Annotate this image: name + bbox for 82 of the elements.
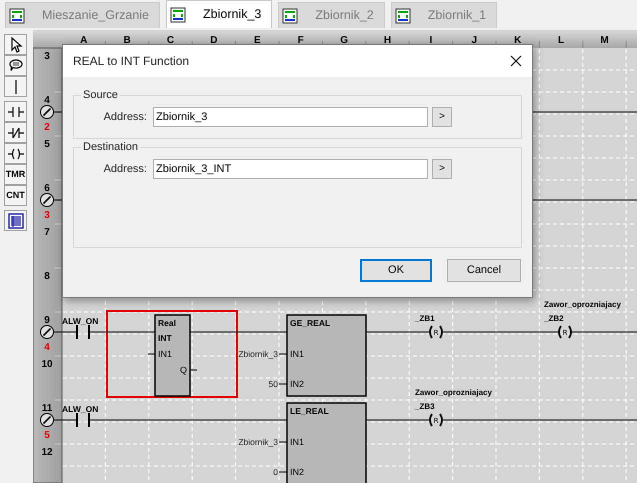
pin-label: IN2 [290, 467, 304, 477]
column-letter: F [298, 35, 304, 46]
column-letter: I [430, 35, 432, 46]
tool-button[interactable] [4, 34, 27, 55]
input-value: Zbiornik_3 [238, 349, 278, 359]
contact-symbol [76, 412, 90, 428]
function-block[interactable] [154, 314, 191, 397]
rung-number: 5 [44, 430, 50, 441]
input-value: 0 [273, 467, 278, 477]
column-letter: D [210, 35, 218, 46]
input-value: Zbiornik_3 [238, 437, 278, 447]
group-legend: Source [81, 90, 120, 101]
ladder-file-icon [282, 8, 298, 24]
row-number: 4 [44, 95, 50, 106]
tool-button[interactable] [4, 55, 27, 76]
column-letter: B [123, 35, 131, 46]
tool-button[interactable]: TMR [4, 164, 27, 185]
coil-label: _ZB3 [415, 402, 435, 411]
rung-number: 4 [44, 342, 50, 353]
tool-button[interactable] [4, 210, 27, 231]
contact-symbol [76, 324, 90, 340]
address-field[interactable]: Zbiornik_3_INT [153, 159, 428, 179]
tool-button[interactable] [4, 122, 27, 143]
block-subtitle: INT [158, 333, 172, 343]
dialog-button[interactable]: OK [360, 259, 432, 282]
header-corner [33, 30, 62, 48]
pin-label: IN2 [290, 379, 304, 389]
tool-button[interactable] [4, 76, 27, 97]
group-legend: Destination [81, 142, 140, 153]
dialog-title: REAL to INT Function [73, 53, 190, 70]
ladder-file-icon [9, 8, 25, 24]
column-letter: M [600, 35, 609, 46]
table-icon [8, 212, 24, 228]
coil-label: Zawor_oprozniajacy [415, 388, 492, 397]
tool-button[interactable] [4, 143, 27, 164]
pin-label: IN1 [290, 437, 304, 447]
coil-label: _ZB2 [544, 314, 564, 323]
dialog-button[interactable]: Cancel [447, 259, 521, 282]
pin-label: IN1 [290, 349, 304, 359]
column-letter: L [558, 35, 564, 46]
block-title: LE_REAL [290, 406, 329, 416]
function-block[interactable] [286, 314, 367, 397]
pin-label: Q [180, 365, 187, 375]
ladder-file-icon [394, 8, 411, 24]
coil-label: _ZB1 [415, 314, 435, 323]
close-icon [510, 55, 522, 67]
column-letter: C [166, 35, 174, 46]
row-number: 5 [44, 139, 50, 150]
browse-button[interactable]: > [432, 159, 452, 179]
row-number: 3 [44, 51, 50, 62]
input-value: 50 [268, 379, 278, 389]
line-icon [14, 80, 16, 94]
pin-label: IN1 [158, 349, 172, 359]
browse-button[interactable]: > [432, 107, 452, 127]
close-button[interactable] [510, 55, 522, 67]
block-title: GE_REAL [290, 318, 330, 328]
field-label: Address: [102, 110, 147, 125]
function-block[interactable] [286, 402, 367, 483]
rung-number: 3 [44, 210, 50, 221]
row-number: 12 [41, 447, 53, 458]
row-number: 9 [44, 315, 50, 326]
coil-label: Zawor_oprozniajacy [544, 300, 621, 309]
ladder-file-icon [170, 6, 186, 22]
column-letter: G [340, 35, 348, 46]
row-number: 10 [41, 359, 53, 370]
column-letter: A [80, 35, 88, 46]
field-label: Address: [102, 162, 147, 177]
column-letter: K [514, 35, 522, 46]
comment-icon [8, 58, 24, 74]
tool-button[interactable] [4, 101, 27, 122]
rung-number: 2 [44, 122, 50, 133]
row-number: 11 [42, 403, 52, 414]
row-number: 8 [44, 271, 50, 282]
tool-button[interactable]: CNT [4, 185, 27, 206]
column-letter: H [384, 35, 392, 46]
block-title: Real [158, 318, 176, 328]
column-letter: E [254, 35, 261, 46]
row-number: 6 [44, 183, 50, 194]
file-tab[interactable]: Zbiornik_3 [166, 0, 272, 28]
column-letter: J [472, 35, 478, 46]
row-number: 7 [44, 227, 50, 238]
address-field[interactable]: Zbiornik_3 [153, 107, 428, 127]
